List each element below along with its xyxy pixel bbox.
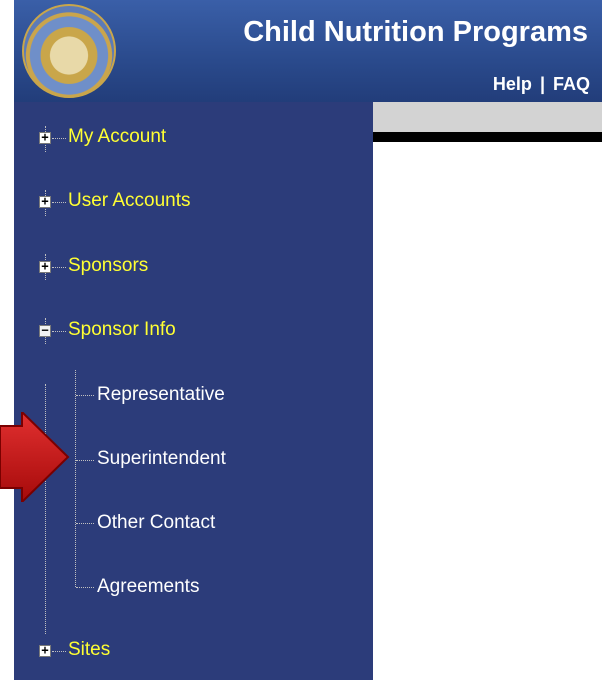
state-seal-logo xyxy=(22,4,116,98)
faq-link[interactable]: FAQ xyxy=(553,74,590,94)
tree-connector xyxy=(76,395,94,396)
tree-connector xyxy=(52,267,66,268)
collapse-icon[interactable]: − xyxy=(39,324,51,337)
sidebar-item-sites[interactable]: Sites xyxy=(68,639,110,661)
expand-icon[interactable]: + xyxy=(39,260,51,273)
expand-icon[interactable]: + xyxy=(39,131,51,144)
content-toolbar xyxy=(373,102,602,142)
app-title: Child Nutrition Programs xyxy=(243,16,588,48)
tree-connector xyxy=(76,523,94,524)
sidebar-item-superintendent[interactable]: Superintendent xyxy=(97,448,226,470)
link-separator: | xyxy=(539,74,545,94)
expand-icon[interactable]: + xyxy=(39,195,51,208)
help-link[interactable]: Help xyxy=(493,74,532,94)
header-links: Help | FAQ xyxy=(493,74,590,95)
app-header: Child Nutrition Programs Help | FAQ xyxy=(14,0,602,102)
expand-icon[interactable]: + xyxy=(39,644,51,657)
tree-connector xyxy=(52,138,66,139)
tree-connector xyxy=(52,202,66,203)
tree-connector xyxy=(75,370,76,587)
sidebar-item-representative[interactable]: Representative xyxy=(97,384,225,406)
sidebar-item-user-accounts[interactable]: User Accounts xyxy=(68,190,191,212)
tree-connector xyxy=(76,460,94,461)
red-arrow-annotation xyxy=(0,412,70,502)
sidebar-item-sponsors[interactable]: Sponsors xyxy=(68,255,148,277)
sidebar-item-sponsor-info[interactable]: Sponsor Info xyxy=(68,319,176,341)
sidebar-nav: + My Account + User Accounts + Sponsors … xyxy=(14,102,373,680)
sidebar-item-agreements[interactable]: Agreements xyxy=(97,576,199,598)
tree-connector xyxy=(76,587,94,588)
sidebar-item-other-contact[interactable]: Other Contact xyxy=(97,512,215,534)
arrow-shape xyxy=(0,412,70,502)
tree-connector xyxy=(52,331,66,332)
sidebar-item-my-account[interactable]: My Account xyxy=(68,126,166,148)
tree-connector xyxy=(52,651,66,652)
